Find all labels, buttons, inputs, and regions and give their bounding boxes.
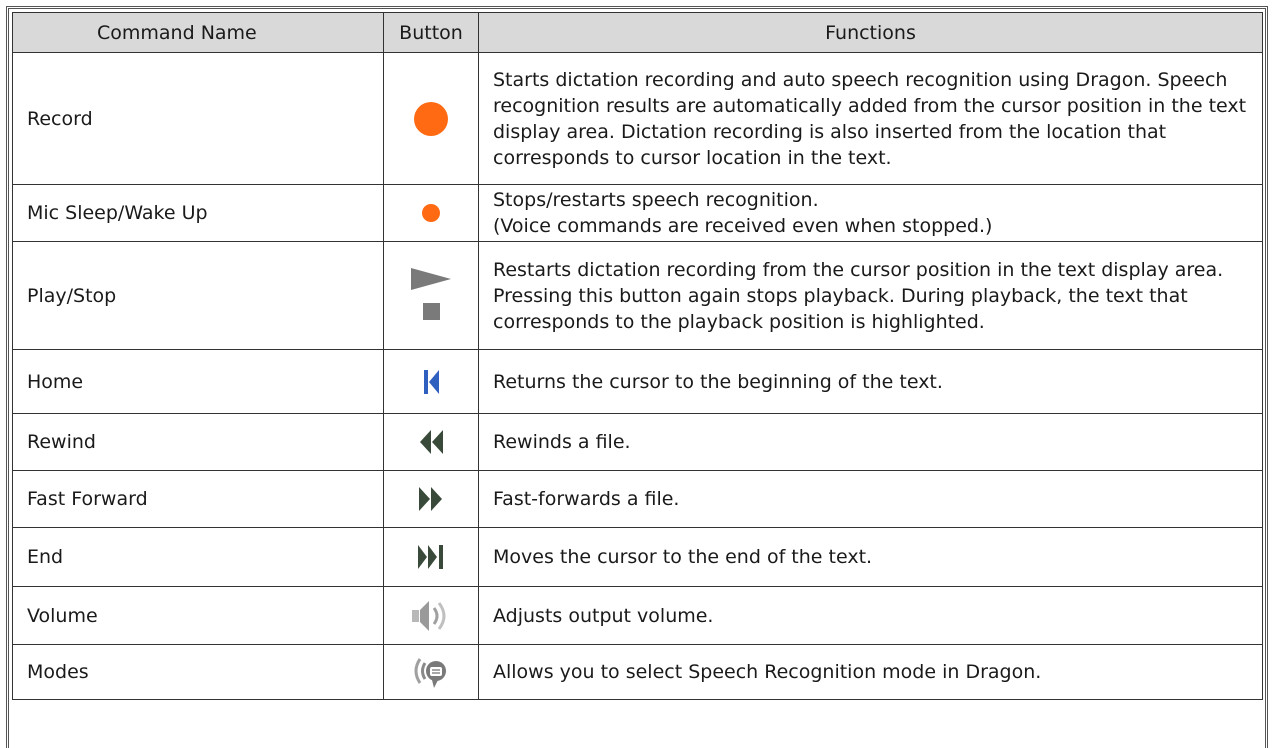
- command-name: Fast Forward: [12, 470, 384, 528]
- home-icon[interactable]: [383, 349, 479, 414]
- header-command-name: Command Name: [12, 12, 384, 53]
- table-row: Home Returns the cursor to the beginning…: [12, 349, 1263, 414]
- header-button: Button: [383, 12, 479, 53]
- command-name: End: [12, 527, 384, 587]
- command-function: Allows you to select Speech Recognition …: [478, 644, 1263, 700]
- table-row: Rewind Rewinds a file.: [12, 413, 1263, 471]
- command-function: Moves the cursor to the end of the text.: [478, 527, 1263, 587]
- command-name: Record: [12, 52, 384, 185]
- modes-icon[interactable]: [383, 644, 479, 700]
- table-row: Fast Forward Fast-forwards a file.: [12, 470, 1263, 528]
- function-line: Stops/restarts speech recognition.: [493, 189, 819, 211]
- command-name: Mic Sleep/Wake Up: [12, 184, 384, 242]
- command-function: Restarts dictation recording from the cu…: [478, 241, 1263, 350]
- fast-forward-icon[interactable]: [383, 470, 479, 528]
- command-function: Stops/restarts speech recognition. (Voic…: [478, 184, 1263, 242]
- end-icon[interactable]: [383, 527, 479, 587]
- volume-icon[interactable]: [383, 586, 479, 645]
- record-icon[interactable]: [383, 52, 479, 185]
- header-functions: Functions: [478, 12, 1263, 53]
- table-row: End Moves the cursor to the end of the t…: [12, 527, 1263, 587]
- command-name: Volume: [12, 586, 384, 645]
- command-name: Rewind: [12, 413, 384, 471]
- command-function: Adjusts output volume.: [478, 586, 1263, 645]
- table-row: Play/Stop Restarts dictation recording f…: [12, 241, 1263, 350]
- function-line: (Voice commands are received even when s…: [493, 215, 993, 237]
- commands-table: Command Name Button Functions Record Sta…: [12, 12, 1263, 700]
- command-function: Fast-forwards a file.: [478, 470, 1263, 528]
- command-function: Returns the cursor to the beginning of t…: [478, 349, 1263, 414]
- mic-sleep-icon[interactable]: [383, 184, 479, 242]
- command-name: Modes: [12, 644, 384, 700]
- command-function: Starts dictation recording and auto spee…: [478, 52, 1263, 185]
- command-name: Home: [12, 349, 384, 414]
- table-row: Modes Allows you to select Speech Recogn…: [12, 644, 1263, 700]
- table-row: Record Starts dictation recording and au…: [12, 52, 1263, 185]
- table-row: Volume Adjusts output volume.: [12, 586, 1263, 645]
- table-row: Mic Sleep/Wake Up Stops/restarts speech …: [12, 184, 1263, 242]
- play-stop-icon[interactable]: [383, 241, 479, 350]
- command-name: Play/Stop: [12, 241, 384, 350]
- rewind-icon[interactable]: [383, 413, 479, 471]
- command-function: Rewinds a file.: [478, 413, 1263, 471]
- header-row: Command Name Button Functions: [12, 12, 1263, 53]
